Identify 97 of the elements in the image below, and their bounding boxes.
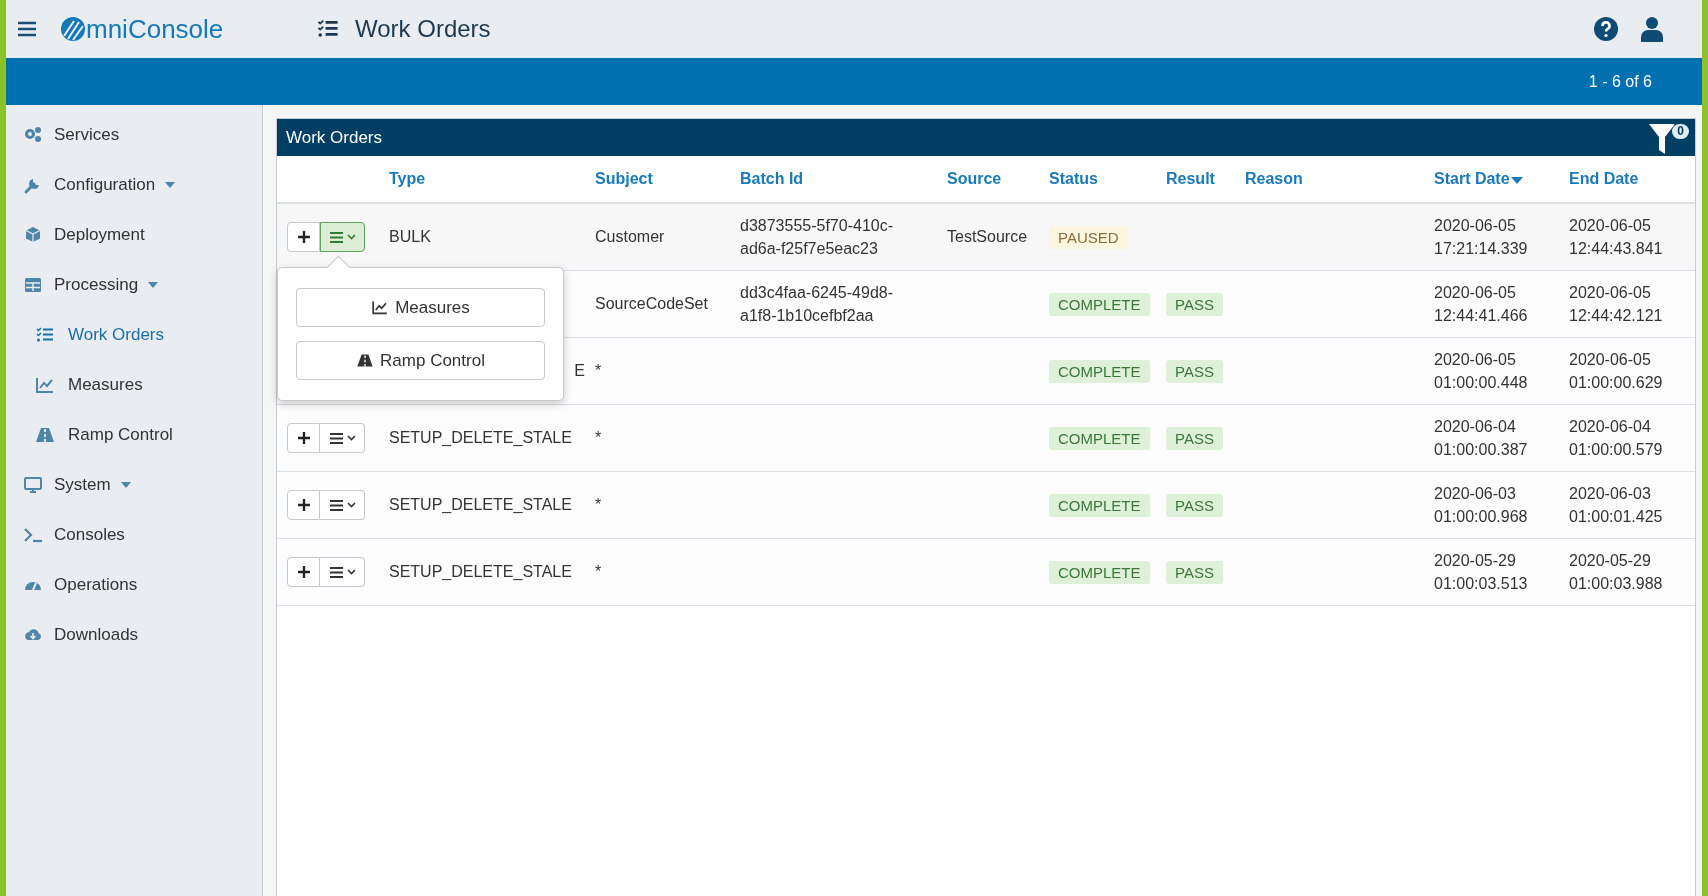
- end-date-cell-text: 2020-06-05 01:00:00.629: [1569, 350, 1664, 393]
- monitor-icon: [22, 475, 44, 495]
- plus-icon: [296, 431, 311, 445]
- end-date-cell-text: 2020-06-04 01:00:00.579: [1569, 417, 1664, 460]
- source-cell: TestSource: [947, 228, 1028, 246]
- add-button[interactable]: [287, 423, 320, 453]
- sidebar-item[interactable]: Services: [6, 110, 262, 160]
- column-header[interactable]: Start Date: [1434, 170, 1523, 188]
- subject-cell: *: [595, 563, 602, 581]
- gears-icon: [22, 125, 44, 145]
- caret-icon: [346, 569, 356, 575]
- batch-id-cell-text: dd3c4faa-6245-49d8-a1f8-1b10cefbf2aa: [740, 283, 894, 326]
- subject-cell: Customer: [595, 228, 665, 246]
- status-badge: COMPLETE: [1049, 426, 1150, 450]
- end-date-cell-text: 2020-05-29 01:00:03.988: [1569, 551, 1664, 594]
- subject-cell: *: [595, 496, 602, 514]
- road-icon: [34, 425, 56, 445]
- subject-cell: SourceCodeSet: [595, 295, 708, 313]
- start-date-cell-text: 2020-06-05 12:44:41.466: [1434, 283, 1529, 326]
- result-badge: PASS: [1166, 560, 1223, 584]
- menu-icon: [329, 230, 344, 244]
- sidebar-item[interactable]: Configuration: [6, 160, 262, 210]
- menu-icon: [328, 498, 344, 512]
- start-date-cell-text: 2020-05-29 01:00:03.513: [1434, 551, 1529, 594]
- result-badge: PASS: [1166, 292, 1223, 316]
- status-badge: COMPLETE: [1049, 493, 1150, 517]
- column-header[interactable]: Subject: [595, 170, 653, 188]
- pagination-count: 1 - 6 of 6: [1588, 72, 1652, 91]
- sidebar-item[interactable]: Measures: [6, 360, 262, 410]
- sidebar-item[interactable]: Ramp Control: [6, 410, 262, 460]
- end-date-cell-text: 2020-06-05 12:44:42.121: [1569, 283, 1664, 326]
- sidebar-item[interactable]: Operations: [6, 560, 262, 610]
- filter-count-badge: 0: [1672, 123, 1689, 139]
- result-badge: PASS: [1166, 493, 1223, 517]
- menu-icon: [328, 431, 344, 445]
- result-badge: PASS: [1166, 426, 1223, 450]
- subject-cell: *: [595, 429, 602, 447]
- column-header[interactable]: Result: [1166, 170, 1215, 188]
- status-badge: COMPLETE: [1049, 560, 1150, 584]
- type-cell: SETUP_DELETE_STALE: [389, 496, 572, 514]
- type-cell: SETUP_DELETE_STALE: [389, 429, 572, 447]
- row-menu-button[interactable]: [320, 490, 365, 520]
- sidebar-item[interactable]: Downloads: [6, 610, 262, 660]
- add-button[interactable]: [287, 222, 320, 252]
- caret-icon: [346, 502, 356, 508]
- sidebar-item[interactable]: System: [6, 460, 262, 510]
- status-badge: COMPLETE: [1049, 359, 1150, 383]
- batch-id-cell-text: d3873555-5f70-410c-ad6a-f25f7e5eac23: [740, 216, 894, 259]
- type-cell: BULK: [389, 228, 431, 246]
- row-menu-button[interactable]: [320, 557, 365, 587]
- plus-icon: [296, 565, 311, 579]
- column-header[interactable]: Type: [389, 170, 426, 188]
- sort-down-icon: [1510, 177, 1523, 185]
- plus-icon: [296, 230, 311, 244]
- type-cell: E: [574, 362, 585, 380]
- panel-title: Work Orders: [286, 127, 384, 148]
- status-badge: COMPLETE: [1049, 292, 1150, 316]
- result-badge: PASS: [1166, 359, 1223, 383]
- sidebar-item[interactable]: Deployment: [6, 210, 262, 260]
- filter-icon[interactable]: [1649, 123, 1675, 154]
- app-logo-text: mniConsole: [86, 13, 224, 45]
- start-date-cell-text: 2020-06-05 01:00:00.448: [1434, 350, 1529, 393]
- row-menu-button[interactable]: [320, 423, 365, 453]
- line-chart-icon: [34, 375, 56, 395]
- status-badge: PAUSED: [1049, 225, 1128, 249]
- user-icon[interactable]: [1640, 16, 1664, 42]
- start-date-cell-text: 2020-06-04 01:00:00.387: [1434, 417, 1529, 460]
- add-button[interactable]: [287, 490, 320, 520]
- menu-icon[interactable]: [18, 21, 36, 37]
- start-date-cell-text: 2020-06-03 01:00:00.968: [1434, 484, 1529, 527]
- caret-icon: [346, 435, 356, 441]
- menu-icon: [328, 565, 344, 579]
- start-date-cell-text: 2020-06-05 17:21:14.339: [1434, 216, 1529, 259]
- sidebar-item[interactable]: Processing: [6, 260, 262, 310]
- line-chart-icon: [371, 299, 390, 316]
- column-header[interactable]: Reason: [1245, 170, 1303, 188]
- end-date-cell-text: 2020-06-05 12:44:43.841: [1569, 216, 1664, 259]
- menu-item-button[interactable]: Ramp Control: [296, 341, 545, 380]
- terminal-icon: [22, 525, 44, 545]
- sidebar-item[interactable]: Consoles: [6, 510, 262, 560]
- subject-cell: *: [595, 362, 602, 380]
- column-header[interactable]: End Date: [1569, 170, 1639, 188]
- column-header[interactable]: Source: [947, 170, 1002, 188]
- road-icon: [356, 352, 375, 369]
- table-icon: [22, 275, 44, 295]
- menu-item-button[interactable]: Measures: [296, 288, 545, 327]
- page-title: Work Orders: [355, 15, 491, 43]
- type-cell: SETUP_DELETE_STALE: [389, 563, 572, 581]
- add-button[interactable]: [287, 557, 320, 587]
- sidebar-item[interactable]: Work Orders: [6, 310, 262, 360]
- plus-icon: [296, 498, 311, 512]
- end-date-cell-text: 2020-06-03 01:00:01.425: [1569, 484, 1664, 527]
- logo-icon: [60, 16, 86, 42]
- column-header[interactable]: Status: [1049, 170, 1098, 188]
- caret-icon: [347, 234, 356, 240]
- column-header[interactable]: Batch Id: [740, 170, 804, 188]
- help-icon[interactable]: [1594, 17, 1618, 41]
